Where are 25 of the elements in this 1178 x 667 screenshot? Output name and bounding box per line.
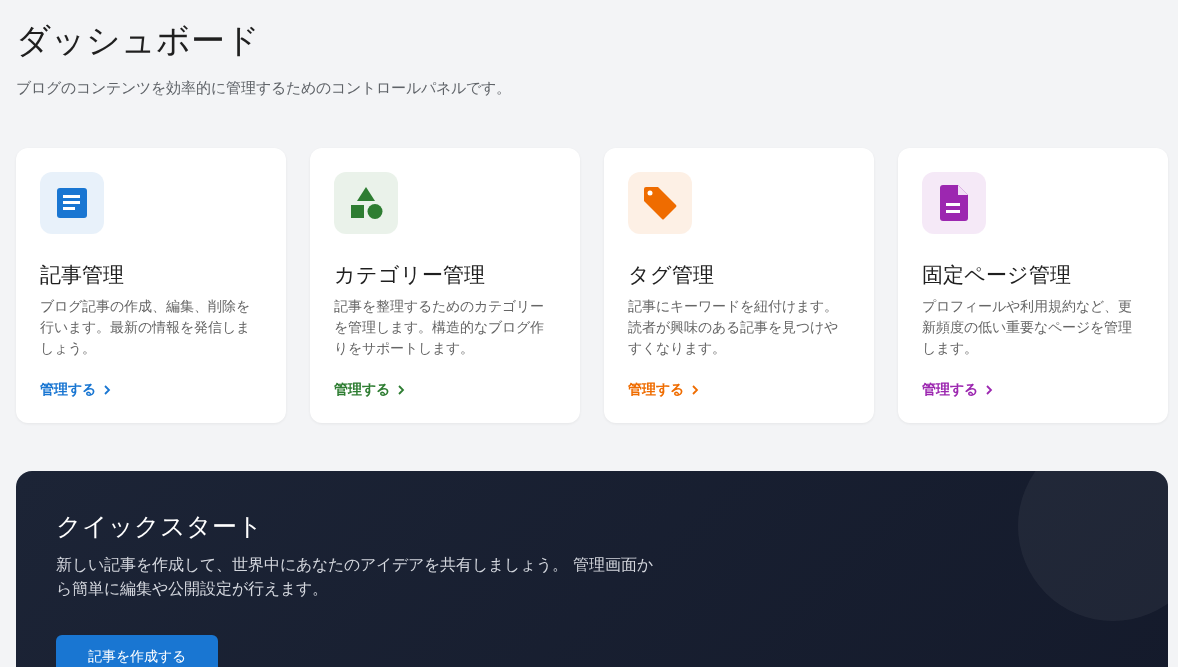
chevron-right-icon: [396, 384, 406, 396]
document-icon: [56, 187, 88, 219]
chevron-right-icon: [690, 384, 700, 396]
card-title: 固定ページ管理: [922, 262, 1072, 289]
card-title: タグ管理: [628, 262, 715, 289]
create-article-button[interactable]: 記事を作成する: [56, 635, 218, 667]
chevron-right-icon: [984, 384, 994, 396]
card-title: カテゴリー管理: [334, 262, 486, 289]
card-description: プロフィールや利用規約など、更新頻度の低い重要なページを管理します。: [922, 297, 1133, 358]
page-title: ダッシュボード: [16, 19, 261, 62]
chevron-right-icon: [102, 384, 112, 396]
card-description: 記事にキーワードを紐付けます。読者が興味のある記事を見つけやすくなります。: [628, 297, 839, 358]
quick-start-title: クイックスタート: [56, 511, 264, 543]
page-icon: [940, 185, 968, 221]
manage-link[interactable]: 管理する: [628, 381, 700, 399]
manage-link[interactable]: 管理する: [334, 381, 406, 399]
page-subtitle: ブログのコンテンツを効率的に管理するためのコントロールパネルです。: [16, 78, 512, 98]
card-title: 記事管理: [40, 262, 125, 289]
card-description: 記事を整理するためのカテゴリーを管理します。構造的なブログ作りをサポートします。: [334, 297, 545, 358]
manage-link[interactable]: 管理する: [40, 381, 112, 399]
shapes-icon: [349, 186, 383, 220]
quick-start-description: 新しい記事を作成して、世界中にあなたのアイデアを共有しましょう。 管理画面から簡単に編集や公開設定が行えます。: [56, 554, 655, 600]
card-description: ブログ記事の作成、編集、削除を行います。最新の情報を発信しましょう。: [40, 297, 251, 358]
tag-icon: [642, 185, 678, 221]
manage-link[interactable]: 管理する: [922, 381, 994, 399]
